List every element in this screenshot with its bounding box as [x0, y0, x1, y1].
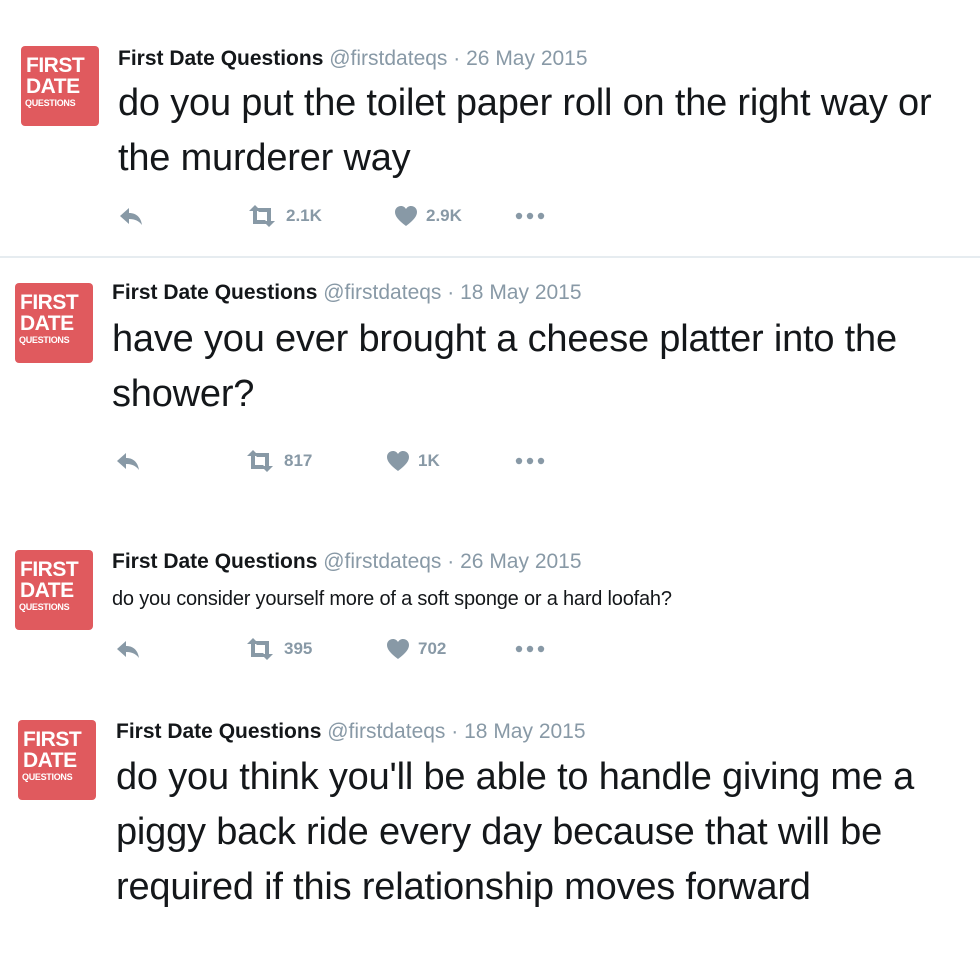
- avatar-text-date: DATE: [23, 749, 77, 772]
- author-name[interactable]: First Date Questions: [112, 550, 317, 573]
- avatar-text-date: DATE: [26, 75, 80, 98]
- avatar-text-first: FIRST: [26, 54, 85, 77]
- more-button[interactable]: [515, 201, 545, 231]
- avatar-text-questions: QUESTIONS: [19, 602, 70, 612]
- like-button[interactable]: 2.9K: [394, 201, 462, 231]
- avatar-text-first: FIRST: [23, 728, 82, 751]
- separator-dot: ·: [447, 550, 455, 573]
- retweet-icon: [247, 638, 273, 660]
- separator-dot: ·: [447, 281, 455, 304]
- avatar-text-questions: QUESTIONS: [25, 98, 76, 108]
- retweet-button[interactable]: 817: [244, 446, 312, 476]
- tweet-text: do you put the toilet paper roll on the …: [118, 82, 932, 179]
- tweet-actions: 817 1K: [115, 446, 575, 476]
- reply-button[interactable]: [115, 634, 141, 664]
- avatar[interactable]: FIRST DATE QUESTIONS: [15, 550, 93, 630]
- avatar-text-questions: QUESTIONS: [22, 772, 73, 782]
- retweet-button[interactable]: 2.1K: [246, 201, 322, 231]
- retweet-count: 817: [284, 451, 313, 470]
- separator-dot: ·: [453, 47, 461, 70]
- tweet-text: do you consider yourself more of a soft …: [112, 588, 672, 610]
- avatar-text-first: FIRST: [20, 291, 79, 314]
- author-name[interactable]: First Date Questions: [118, 47, 323, 70]
- retweet-icon: [247, 450, 273, 472]
- author-handle[interactable]: @firstdateqs: [327, 720, 445, 743]
- tweet-header: First Date Questions @firstdateqs · 18 M…: [112, 280, 582, 306]
- like-count: 2.9K: [426, 206, 462, 225]
- more-icon: [515, 457, 545, 465]
- avatar-text-first: FIRST: [20, 558, 79, 581]
- more-icon: [515, 645, 545, 653]
- retweet-icon: [249, 205, 275, 227]
- author-handle[interactable]: @firstdateqs: [323, 550, 441, 573]
- retweet-count: 395: [284, 639, 313, 658]
- reply-icon: [117, 641, 139, 658]
- tweet-date[interactable]: 26 May 2015: [466, 47, 587, 70]
- reply-button[interactable]: [115, 446, 141, 476]
- reply-button[interactable]: [118, 201, 144, 231]
- author-name[interactable]: First Date Questions: [112, 281, 317, 304]
- tweet-header: First Date Questions @firstdateqs · 26 M…: [112, 549, 582, 575]
- heart-icon: [395, 206, 417, 226]
- more-button[interactable]: [515, 446, 545, 476]
- author-handle[interactable]: @firstdateqs: [323, 281, 441, 304]
- reply-icon: [117, 453, 139, 470]
- reply-icon: [120, 208, 142, 225]
- retweet-button[interactable]: 395: [244, 634, 312, 664]
- tweet-actions: 395 702: [115, 634, 575, 664]
- avatar[interactable]: FIRST DATE QUESTIONS: [21, 46, 99, 126]
- avatar-text-date: DATE: [20, 312, 74, 335]
- like-button[interactable]: 702: [386, 634, 446, 664]
- like-count: 1K: [418, 451, 440, 470]
- author-name[interactable]: First Date Questions: [116, 720, 321, 743]
- tweet-divider: [0, 256, 980, 258]
- tweet-header: First Date Questions @firstdateqs · 18 M…: [116, 719, 586, 745]
- tweet-date[interactable]: 26 May 2015: [460, 550, 581, 573]
- tweet-actions: 2.1K 2.9K: [118, 201, 578, 231]
- like-button[interactable]: 1K: [386, 446, 440, 476]
- like-count: 702: [418, 639, 447, 658]
- more-button[interactable]: [515, 634, 545, 664]
- avatar-text-questions: QUESTIONS: [19, 335, 70, 345]
- more-icon: [515, 212, 545, 220]
- tweet-header: First Date Questions @firstdateqs · 26 M…: [118, 46, 588, 72]
- tweet-date[interactable]: 18 May 2015: [464, 720, 585, 743]
- separator-dot: ·: [451, 720, 459, 743]
- avatar[interactable]: FIRST DATE QUESTIONS: [15, 283, 93, 363]
- tweet-text: do you think you'll be able to handle gi…: [116, 756, 915, 908]
- heart-icon: [387, 639, 409, 659]
- tweet-date[interactable]: 18 May 2015: [460, 281, 581, 304]
- avatar[interactable]: FIRST DATE QUESTIONS: [18, 720, 96, 800]
- heart-icon: [387, 451, 409, 471]
- tweet-text: have you ever brought a cheese platter i…: [112, 318, 897, 415]
- retweet-count: 2.1K: [286, 206, 322, 225]
- avatar-text-date: DATE: [20, 579, 74, 602]
- author-handle[interactable]: @firstdateqs: [329, 47, 447, 70]
